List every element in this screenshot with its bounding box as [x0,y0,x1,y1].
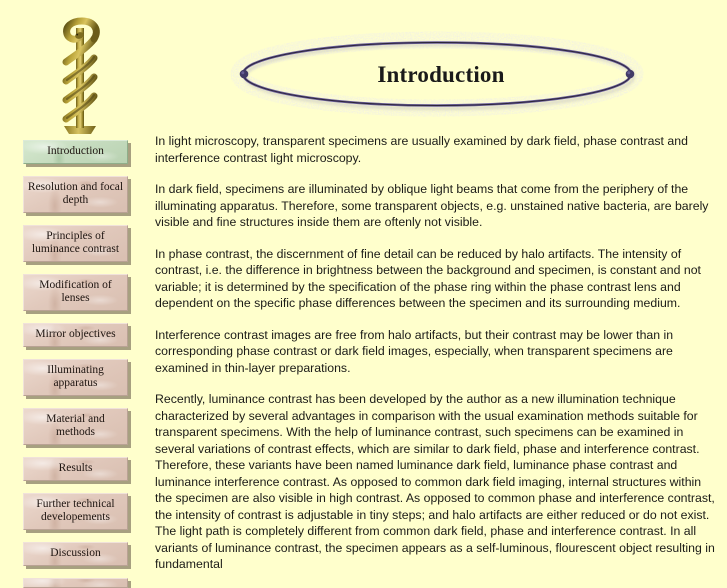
sidebar-item-label: Illuminating apparatus [47,364,104,389]
sidebar-item-further-technical-developements[interactable]: Further technical developements [23,493,128,530]
article-body: In light microscopy, transparent specime… [155,133,717,588]
page-title: Introduction [377,61,505,87]
sidebar-item-label: Introduction [47,145,104,157]
sidebar-item-label: Principles of luminance contrast [31,230,120,255]
sidebar-navigation: Introduction Resolution and focal depth … [23,140,145,588]
paragraph: In light microscopy, transparent specime… [155,134,688,165]
sidebar-item-material-and-methods[interactable]: Material and methods [23,408,128,445]
sidebar-item-discussion[interactable]: Discussion [23,542,128,566]
sidebar-item-label: Mirror objectives [35,328,116,340]
sidebar-item-illuminating-apparatus[interactable]: Illuminating apparatus [23,359,128,396]
sidebar-item-label: Modification of lenses [39,279,112,304]
sidebar-item-resolution-and-focal-depth[interactable]: Resolution and focal depth [23,176,128,213]
sidebar-item-introduction[interactable]: Introduction [23,140,128,164]
sidebar-item-results[interactable]: Results [23,457,128,481]
sidebar-item-mirror-objectives[interactable]: Mirror objectives [23,323,128,347]
sidebar-item-label: Resolution and focal depth [27,181,124,206]
rod-of-asclepius-icon [62,17,100,134]
rod-of-asclepius-logo [44,14,116,136]
paragraph: In dark field, specimens are illuminated… [155,182,709,229]
sidebar-item-modification-of-lenses[interactable]: Modification of lenses [23,274,128,311]
sidebar-item-label: Further technical developements [36,498,115,523]
paragraph: Interference contrast images are free fr… [155,327,674,375]
page-title-banner: Introduction [222,22,652,127]
page-root: Introduction Introduction Resolution and… [0,0,727,588]
sidebar-item-principles-of-luminance-contrast[interactable]: Principles of luminance contrast [23,225,128,262]
sidebar-item-label: Material and methods [46,413,105,438]
paragraph: In phase contrast, the discernment of fi… [155,246,701,311]
sidebar-item-label: Discussion [50,547,101,559]
paragraph: Recently, luminance contrast has been de… [155,392,715,571]
sidebar-item-next-partial[interactable] [23,578,128,588]
sidebar-item-label: Results [58,462,93,474]
